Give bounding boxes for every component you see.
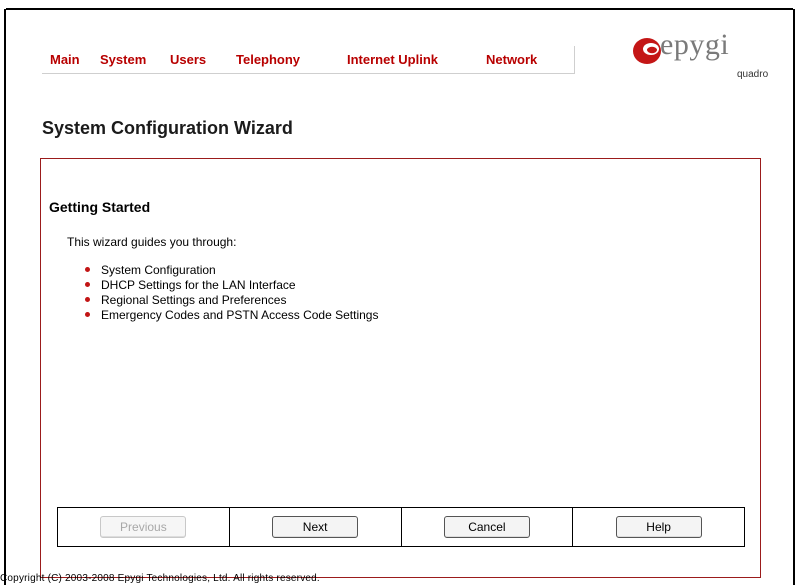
button-cell: Previous	[58, 508, 230, 546]
cancel-button[interactable]: Cancel	[443, 516, 530, 538]
wizard-intro-text: This wizard guides you through:	[67, 235, 237, 249]
page-content: Main System Users Telephony Internet Upl…	[8, 10, 791, 585]
list-item: Regional Settings and Preferences	[83, 293, 378, 308]
next-button[interactable]: Next	[272, 516, 359, 538]
epygi-logo: epygi quadro	[632, 28, 782, 92]
copyright-text: Copyright (C) 2003-2008 Epygi Technologi…	[0, 573, 320, 584]
wizard-button-bar: Previous Next Cancel Help	[57, 507, 745, 547]
previous-button[interactable]: Previous	[100, 516, 187, 538]
window-right-border	[793, 9, 799, 585]
window-left-border	[0, 9, 6, 585]
menu-item-users[interactable]: Users	[170, 52, 206, 67]
section-title: Getting Started	[49, 199, 151, 215]
menu-item-network[interactable]: Network	[486, 52, 537, 67]
logo-subtitle: quadro	[737, 69, 769, 80]
list-item: System Configuration	[83, 263, 378, 278]
list-item: Emergency Codes and PSTN Access Code Set…	[83, 308, 378, 323]
menu-item-system[interactable]: System	[100, 52, 146, 67]
page-title: System Configuration Wizard	[42, 118, 293, 138]
logo-wordmark: epygi	[660, 28, 730, 61]
menu-item-telephony[interactable]: Telephony	[236, 52, 300, 67]
help-button[interactable]: Help	[615, 516, 702, 538]
button-cell: Next	[230, 508, 402, 546]
button-cell: Help	[573, 508, 744, 546]
main-menu: Main System Users Telephony Internet Upl…	[42, 46, 575, 74]
list-item: DHCP Settings for the LAN Interface	[83, 278, 378, 293]
wizard-steps-list: System Configuration DHCP Settings for t…	[83, 263, 378, 323]
menu-item-internet-uplink[interactable]: Internet Uplink	[347, 52, 438, 67]
button-cell: Cancel	[402, 508, 574, 546]
menu-item-main[interactable]: Main	[50, 52, 80, 67]
wizard-panel: Getting Started This wizard guides you t…	[40, 158, 761, 578]
